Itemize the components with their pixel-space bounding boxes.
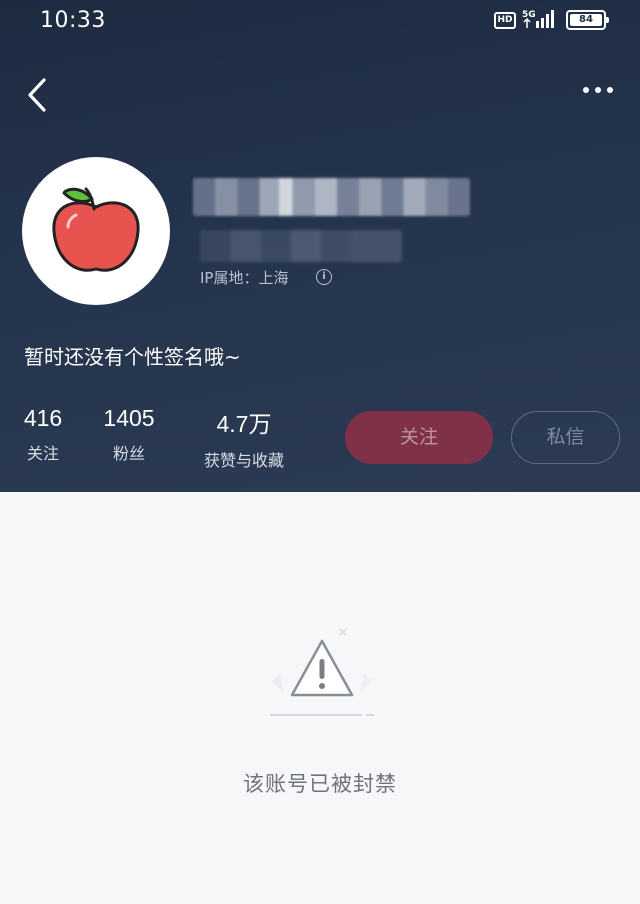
- followers-label: 粉丝: [112, 444, 145, 463]
- username-redacted: [193, 178, 470, 216]
- profile-header: 10:33 HD 5G 84 IP属地：上海 i 暂时还没有个性签名哦~ 416…: [0, 0, 640, 492]
- status-time: 10:33: [40, 8, 106, 33]
- stat-likes[interactable]: 4.7万 获赞与收藏: [194, 405, 294, 471]
- network-label: 5G: [522, 10, 536, 20]
- signal-icon: 5G: [522, 10, 554, 28]
- hd-icon: HD: [494, 12, 516, 29]
- apple-icon: [52, 187, 140, 272]
- follow-button[interactable]: 关注: [345, 411, 493, 464]
- user-id-redacted: [200, 230, 402, 262]
- likes-count: 4.7万: [216, 411, 272, 437]
- info-icon[interactable]: i: [316, 269, 332, 285]
- stat-following[interactable]: 416 关注: [22, 405, 64, 464]
- profile-bio: 暂时还没有个性签名哦~: [24, 345, 241, 369]
- banned-message: 该账号已被封禁: [243, 772, 397, 796]
- battery-level: 84: [570, 14, 602, 26]
- following-count: 416: [23, 405, 63, 431]
- likes-label: 获赞与收藏: [203, 451, 284, 470]
- status-bar: 10:33 HD 5G 84: [0, 0, 640, 44]
- avatar[interactable]: [22, 157, 170, 305]
- message-button[interactable]: 私信: [511, 411, 620, 464]
- followers-count: 1405: [103, 405, 155, 431]
- back-icon[interactable]: [20, 74, 60, 116]
- battery-icon: 84: [566, 10, 609, 30]
- ip-location: IP属地：上海: [200, 269, 289, 287]
- more-icon[interactable]: [576, 78, 620, 102]
- warning-icon: [270, 628, 374, 716]
- stat-followers[interactable]: 1405 粉丝: [100, 405, 158, 464]
- following-label: 关注: [26, 444, 59, 463]
